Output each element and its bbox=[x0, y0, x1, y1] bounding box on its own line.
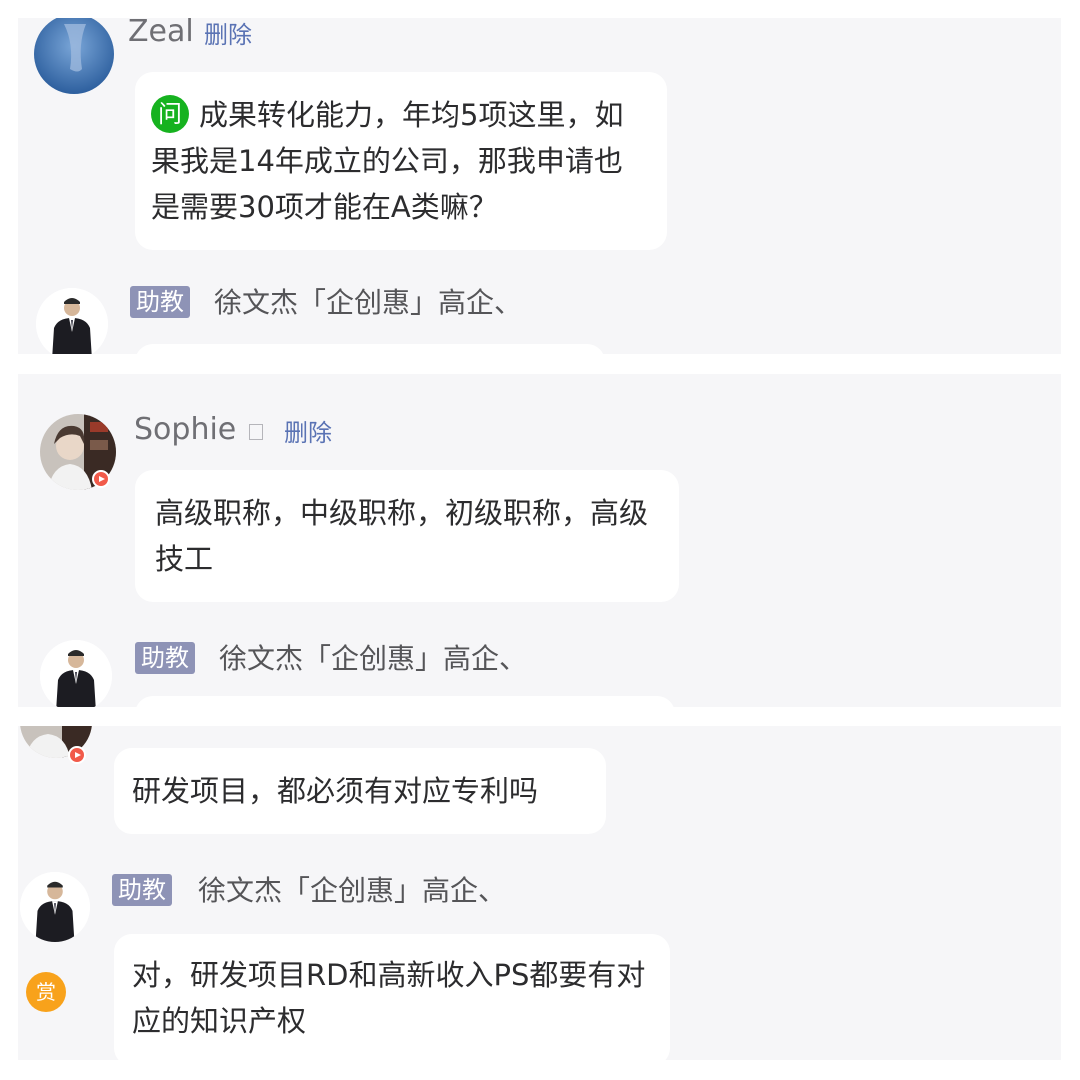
message-content: 成果转化能力，年均5项这里，如果我是14年成立的公司，那我申请也是需要30项才能… bbox=[151, 98, 624, 224]
chat-panel-2: Sophie 删除 高级职称，中级职称，初级职称，高级技工 助教 徐文杰「企创惠… bbox=[18, 374, 1061, 707]
assistant-avatar[interactable] bbox=[40, 640, 112, 707]
assistant-name: 徐文杰「企创惠」高企、 bbox=[214, 286, 523, 319]
delete-link[interactable]: 删除 bbox=[204, 20, 252, 50]
chat-panel-1: Zeal 删除 问成果转化能力，年均5项这里，如果我是14年成立的公司，那我申请… bbox=[18, 18, 1061, 354]
reward-icon[interactable]: 赏 bbox=[26, 972, 66, 1012]
reply-text: 对，研发项目RD和高新收入PS都要有对应的知识产权 bbox=[132, 958, 646, 1038]
reply-bubble: 对，研发项目RD和高新收入PS都要有对应的知识产权 bbox=[114, 934, 670, 1060]
assistant-role-tag: 助教 bbox=[135, 642, 195, 674]
assistant-avatar[interactable] bbox=[20, 872, 90, 942]
assistant-role-tag: 助教 bbox=[130, 286, 190, 318]
chat-panel-3: 研发项目，都必须有对应专利吗 助教 徐文杰「企创惠」高企、 赏 对，研发项目RD… bbox=[18, 726, 1061, 1060]
assistant-avatar[interactable] bbox=[36, 288, 108, 354]
assistant-role-tag: 助教 bbox=[112, 874, 172, 906]
live-badge-icon bbox=[92, 470, 110, 488]
message-text: 高级职称，中级职称，初级职称，高级技工 bbox=[155, 496, 649, 576]
assistant-name: 徐文杰「企创惠」高企、 bbox=[198, 874, 507, 907]
message-text: 问成果转化能力，年均5项这里，如果我是14年成立的公司，那我申请也是需要30项才… bbox=[151, 92, 641, 230]
username-zeal: Zeal bbox=[128, 18, 194, 49]
partial-bubble bbox=[135, 696, 675, 707]
assistant-name: 徐文杰「企创惠」高企、 bbox=[219, 642, 528, 675]
message-bubble: 高级职称，中级职称，初级职称，高级技工 bbox=[135, 470, 679, 602]
username-sophie: Sophie bbox=[134, 412, 237, 447]
message-text: 研发项目，都必须有对应专利吗 bbox=[132, 774, 539, 808]
message-bubble: 问成果转化能力，年均5项这里，如果我是14年成立的公司，那我申请也是需要30项才… bbox=[135, 72, 667, 250]
partial-bubble bbox=[135, 344, 605, 354]
message-bubble: 研发项目，都必须有对应专利吗 bbox=[114, 748, 606, 834]
live-badge-icon bbox=[68, 746, 86, 764]
delete-link[interactable]: 删除 bbox=[284, 418, 332, 448]
zeal-avatar[interactable] bbox=[34, 18, 114, 94]
question-badge-icon: 问 bbox=[151, 95, 189, 133]
checkbox-icon bbox=[249, 424, 263, 440]
